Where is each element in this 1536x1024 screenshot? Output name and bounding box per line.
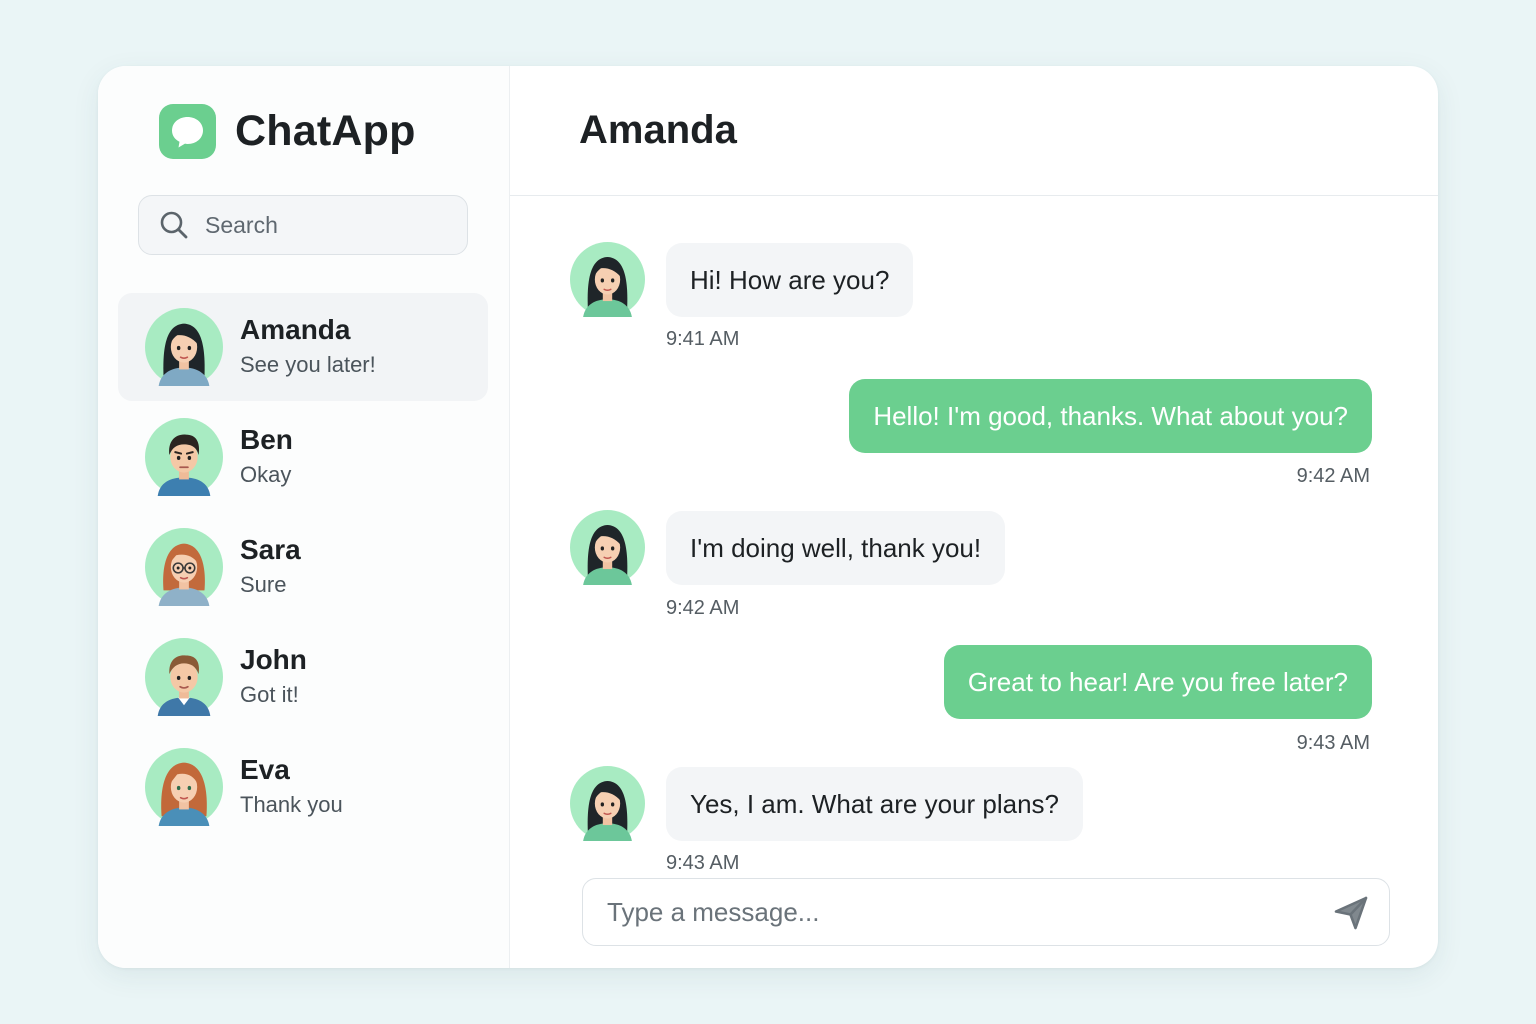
send-icon — [1334, 896, 1368, 930]
message-time: 9:42 AM — [1296, 465, 1370, 487]
message-time: 9:41 AM — [666, 328, 740, 350]
contact-preview: See you later! — [240, 352, 376, 377]
message-bubble: Great to hear! Are you free later? — [943, 645, 1372, 719]
search-icon — [159, 210, 189, 240]
chat-title: Amanda — [579, 108, 737, 152]
chat-header: Amanda — [510, 66, 1438, 196]
message-bubble: I'm doing well, thank you! — [666, 511, 1006, 585]
app-title: ChatApp — [235, 106, 416, 155]
message-bubble: Hello! I'm good, thanks. What about you? — [849, 379, 1372, 453]
contact-item-amanda[interactable]: Amanda See you later! — [118, 293, 488, 401]
contact-list: Amanda See you later! Ben Okay Sara Sure… — [118, 293, 488, 843]
message-bubble: Yes, I am. What are your plans? — [666, 767, 1084, 841]
message-incoming: I'm doing well, thank you! 9:42 AM — [510, 510, 1438, 625]
contact-preview: Sure — [240, 572, 287, 597]
message-outgoing: Hello! I'm good, thanks. What about you?… — [510, 379, 1438, 494]
avatar — [570, 766, 645, 841]
message-time: 9:42 AM — [666, 597, 740, 619]
message-outgoing: Great to hear! Are you free later? 9:43 … — [510, 645, 1438, 760]
avatar — [145, 638, 223, 716]
avatar — [145, 528, 223, 606]
contact-item-john[interactable]: John Got it! — [118, 623, 488, 731]
contact-name: Eva — [240, 754, 290, 785]
message-incoming: Hi! How are you? 9:41 AM — [510, 242, 1438, 357]
contact-item-ben[interactable]: Ben Okay — [118, 403, 488, 511]
avatar — [570, 242, 645, 317]
contact-preview: Thank you — [240, 792, 343, 817]
contact-name: Ben — [240, 424, 293, 455]
chat-bubble-icon — [159, 103, 216, 159]
contact-name: Amanda — [240, 314, 351, 345]
sidebar: ChatApp Search Amanda See you later! Ben… — [98, 66, 510, 968]
avatar — [145, 308, 223, 386]
contact-item-eva[interactable]: Eva Thank you — [118, 733, 488, 841]
avatar — [145, 418, 223, 496]
message-time: 9:43 AM — [1296, 732, 1370, 754]
message-bubble: Hi! How are you? — [666, 243, 914, 317]
brand: ChatApp — [159, 103, 416, 159]
avatar — [145, 748, 223, 826]
contact-preview: Got it! — [240, 682, 299, 707]
contact-preview: Okay — [240, 462, 292, 487]
contact-name: John — [240, 644, 307, 675]
message-input[interactable] — [605, 895, 1309, 929]
message-time: 9:43 AM — [666, 852, 740, 874]
search-box[interactable] — [138, 195, 468, 255]
message-composer[interactable] — [582, 878, 1390, 946]
search-input[interactable] — [203, 210, 447, 240]
chat-pane: Amanda Hi! How are you? 9:41 AM Hello! I… — [510, 66, 1438, 968]
message-incoming: Yes, I am. What are your plans? 9:43 AM — [510, 766, 1438, 876]
avatar — [570, 510, 645, 585]
contact-name: Sara — [240, 534, 301, 565]
contact-item-sara[interactable]: Sara Sure — [118, 513, 488, 621]
app-window: ChatApp Search Amanda See you later! Ben… — [98, 66, 1438, 968]
send-button[interactable] — [1331, 893, 1371, 933]
